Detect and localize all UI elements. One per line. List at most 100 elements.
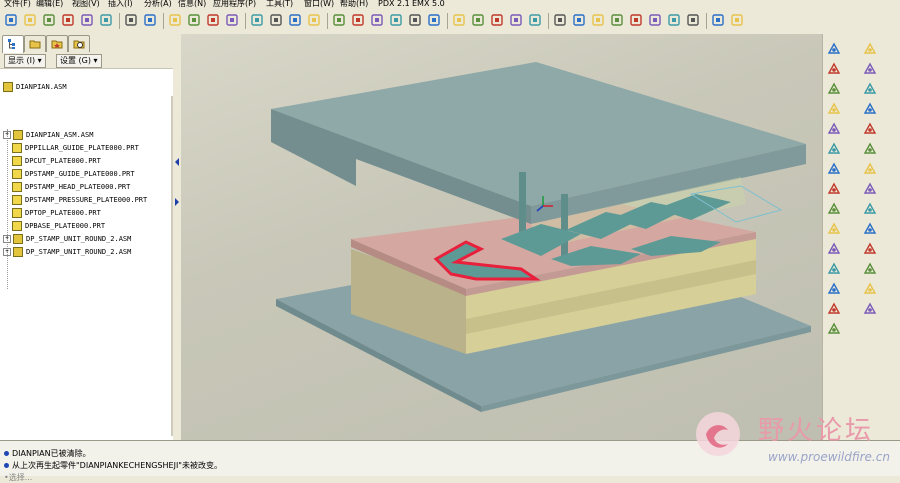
tree-item-part[interactable]: DPSTAMP_GUIDE_PLATE000.PRT (12, 168, 135, 180)
redo-icon[interactable] (143, 13, 157, 27)
settings-button[interactable]: 设置 (G) ▾ (56, 54, 102, 68)
plane-tool-icon[interactable] (827, 102, 841, 116)
curve-tool-icon[interactable] (827, 202, 841, 216)
menu-applications[interactable]: 应用程序(P) (213, 0, 256, 9)
undo-icon[interactable] (124, 13, 138, 27)
model-tree-tab[interactable] (2, 35, 24, 53)
tree-item-assembly[interactable]: + DP_STAMP_UNIT_ROUND_2.ASM (3, 233, 131, 245)
expand-toggle-icon[interactable]: + (3, 248, 11, 256)
pattern-icon[interactable] (863, 102, 877, 116)
tree-item-part[interactable]: DPSTAMP_HEAD_PLATE000.PRT (12, 181, 130, 193)
open-icon[interactable] (23, 13, 37, 27)
favorites-tab[interactable] (46, 35, 68, 52)
orient-icon[interactable] (370, 13, 384, 27)
menu-pdx[interactable]: PDX 2.1 (378, 0, 410, 9)
intersect-icon[interactable] (863, 242, 877, 256)
new-icon[interactable] (4, 13, 18, 27)
extend-icon[interactable] (863, 262, 877, 276)
zoom-out-icon[interactable] (471, 13, 485, 27)
menu-analysis[interactable]: 分析(A) (144, 0, 172, 9)
saved-views-icon[interactable] (389, 13, 403, 27)
paste-special-icon[interactable] (225, 13, 239, 27)
hidden-line-icon[interactable] (572, 13, 586, 27)
graphics-window[interactable] (181, 34, 822, 440)
shell-icon[interactable] (863, 62, 877, 76)
project-icon[interactable] (863, 282, 877, 296)
point-tool-icon[interactable] (827, 142, 841, 156)
solidify-icon[interactable] (863, 222, 877, 236)
sweep-icon[interactable] (827, 262, 841, 276)
trim-icon[interactable] (863, 162, 877, 176)
menu-edit[interactable]: 编辑(E) (36, 0, 63, 9)
save-icon[interactable] (61, 13, 75, 27)
tree-item-assembly[interactable]: + DP_STAMP_UNIT_ROUND_2.ASM (3, 246, 131, 258)
no-hidden-icon[interactable] (591, 13, 605, 27)
menu-tools[interactable]: 工具(T) (266, 0, 293, 9)
expand-toggle-icon[interactable]: + (3, 235, 11, 243)
plane-display-icon[interactable] (629, 13, 643, 27)
view-manager-icon[interactable] (528, 13, 542, 27)
menu-insert[interactable]: 插入(I) (108, 0, 133, 9)
menu-help[interactable]: 帮助(H) (340, 0, 368, 9)
revolve-icon[interactable] (827, 242, 841, 256)
component-place-icon[interactable] (827, 42, 841, 56)
tree-item-part[interactable]: DPCUT_PLATE000.PRT (12, 155, 101, 167)
sketch-tool-icon[interactable] (827, 182, 841, 196)
csys-tool-icon[interactable] (827, 162, 841, 176)
find-icon[interactable] (288, 13, 302, 27)
wrap-icon[interactable] (863, 302, 877, 316)
reorient-icon[interactable] (509, 13, 523, 27)
print-icon[interactable] (80, 13, 94, 27)
select-box-icon[interactable] (307, 13, 321, 27)
open-folder-icon[interactable] (42, 13, 56, 27)
tree-item-part[interactable]: DPBASE_PLATE000.PRT (12, 220, 105, 232)
close-window-icon[interactable] (711, 13, 725, 27)
spin-center-icon[interactable] (351, 13, 365, 27)
merge-icon[interactable] (863, 142, 877, 156)
round-icon[interactable] (827, 302, 841, 316)
zoom-in-icon[interactable] (452, 13, 466, 27)
folder-browser-tab[interactable] (24, 35, 46, 52)
axis-tool-icon[interactable] (827, 122, 841, 136)
tree-item-assembly[interactable]: + DIANPIAN_ASM.ASM (3, 129, 93, 141)
menu-file[interactable]: 文件(F) (4, 0, 31, 9)
copy-icon[interactable] (187, 13, 201, 27)
layers-icon[interactable] (408, 13, 422, 27)
axis-display-icon[interactable] (648, 13, 662, 27)
expand-toggle-icon[interactable]: + (3, 131, 11, 139)
cut-icon[interactable] (168, 13, 182, 27)
tree-root[interactable]: DIANPIAN.ASM (3, 81, 67, 93)
datum-display-icon[interactable] (332, 13, 346, 27)
paste-icon[interactable] (206, 13, 220, 27)
repaint-icon[interactable] (427, 13, 441, 27)
csys-display-icon[interactable] (686, 13, 700, 27)
tree-item-part[interactable]: DPPILLAR_GUIDE_PLATE000.PRT (12, 142, 139, 154)
show-button[interactable]: 显示 (I) ▾ (4, 54, 46, 68)
panel-splitter[interactable] (173, 34, 181, 440)
tree-item-part[interactable]: DPSTAMP_PRESSURE_PLATE000.PRT (12, 194, 147, 206)
regenerate-icon[interactable] (250, 13, 264, 27)
history-tab[interactable] (68, 35, 90, 52)
draft-icon[interactable] (863, 42, 877, 56)
chamfer-icon[interactable] (827, 322, 841, 336)
wireframe-icon[interactable] (553, 13, 567, 27)
rib-icon[interactable] (863, 82, 877, 96)
menu-view[interactable]: 视图(V) (72, 0, 100, 9)
offset-icon[interactable] (863, 182, 877, 196)
tree-item-part[interactable]: DPTOP_PLATE000.PRT (12, 207, 101, 219)
email-icon[interactable] (99, 13, 113, 27)
regen-manager-icon[interactable] (269, 13, 283, 27)
menu-emx[interactable]: EMX 5.0 (412, 0, 445, 9)
context-help-icon[interactable] (730, 13, 744, 27)
mirror-icon[interactable] (827, 82, 841, 96)
thicken-icon[interactable] (863, 202, 877, 216)
menu-window[interactable]: 窗口(W) (304, 0, 334, 9)
create-component-icon[interactable] (827, 62, 841, 76)
expand-arrow-icon[interactable] (174, 198, 180, 206)
copy-feature-icon[interactable] (863, 122, 877, 136)
collapse-arrow-icon[interactable] (174, 158, 180, 166)
extrude-icon[interactable] (827, 222, 841, 236)
refit-icon[interactable] (490, 13, 504, 27)
hole-icon[interactable] (827, 282, 841, 296)
point-display-icon[interactable] (667, 13, 681, 27)
